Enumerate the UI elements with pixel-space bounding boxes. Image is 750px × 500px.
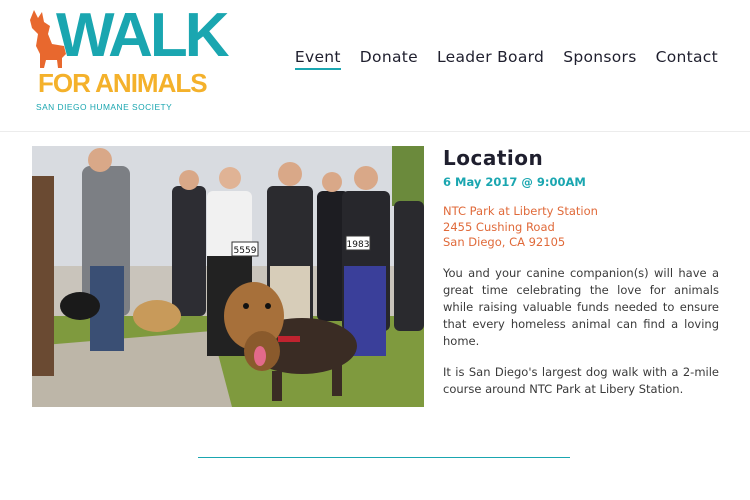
address-line-2: 2455 Cushing Road [443, 219, 555, 234]
nav-item-event[interactable]: Event [294, 48, 341, 70]
event-info: Location 6 May 2017 @ 9:00AM NTC Park at… [443, 146, 719, 398]
logo-walk-text: WALK [56, 1, 230, 70]
event-photo: 5559 1983 [32, 146, 424, 407]
dog-walk-photo-illustration: 5559 1983 [32, 146, 424, 407]
nav-item-leader-board[interactable]: Leader Board [437, 48, 544, 70]
main-nav: Event Donate Leader Board Sponsors Conta… [276, 48, 718, 70]
bib-number-2: 1983 [347, 240, 370, 250]
event-date: 6 May 2017 @ 9:00AM [443, 175, 586, 189]
site-logo[interactable]: WALK FOR ANIMALS SAN DIEGO HUMANE SOCIET… [28, 4, 230, 118]
logo-for-animals-text: FOR ANIMALS [38, 68, 208, 98]
logo-subtitle: SAN DIEGO HUMANE SOCIETY [36, 102, 173, 112]
nav-item-donate[interactable]: Donate [360, 48, 418, 70]
location-heading: Location [443, 146, 544, 170]
nav-item-contact[interactable]: Contact [656, 48, 718, 70]
event-address: NTC Park at Liberty Station 2455 Cushing… [443, 204, 719, 251]
bib-number-1: 5559 [234, 246, 257, 256]
address-line-1: NTC Park at Liberty Station [443, 204, 598, 218]
nav-item-sponsors[interactable]: Sponsors [563, 48, 636, 70]
event-description-1: You and your canine companion(s) will ha… [443, 265, 719, 348]
event-description-2: It is San Diego's largest dog walk with … [443, 364, 719, 396]
address-line-3: San Diego, CA 92105 [443, 235, 566, 249]
site-header: WALK FOR ANIMALS SAN DIEGO HUMANE SOCIET… [0, 0, 750, 132]
section-divider [198, 457, 570, 458]
